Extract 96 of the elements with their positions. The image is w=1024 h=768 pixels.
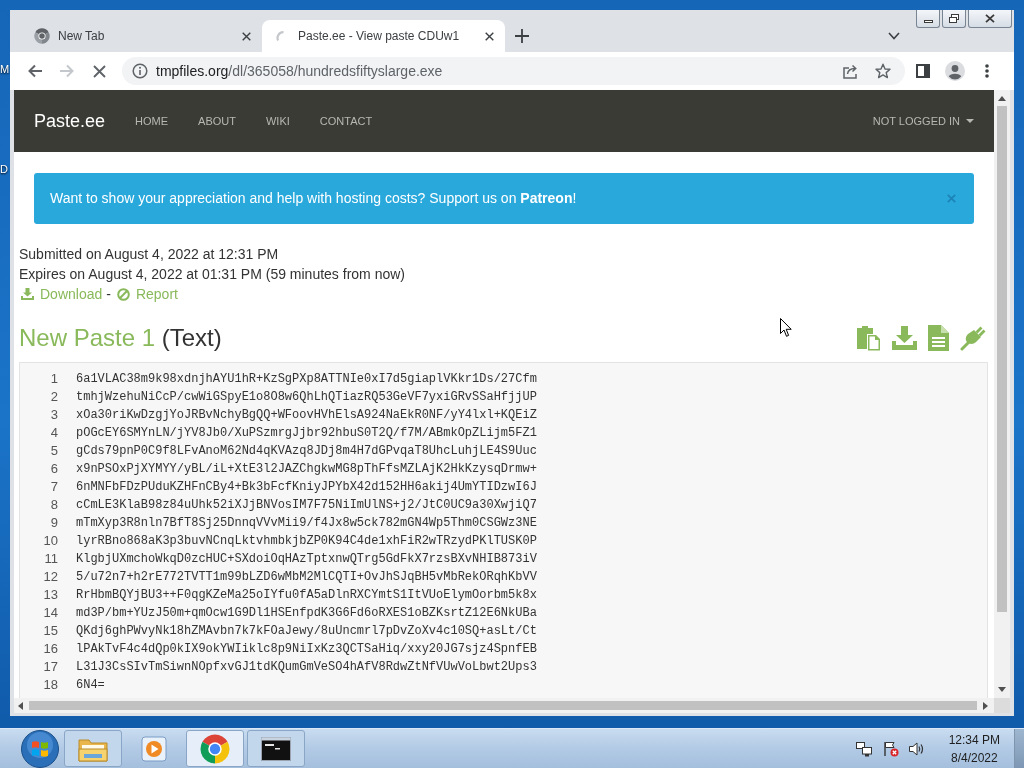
paste-format: (Text) [161, 324, 222, 351]
code-line: lPAkTvF4c4dQp0kIX9okYWIiklc8p9NiIxKz3QCTSaHiq/xxy20JG7sjz4SpnfEB [76, 641, 537, 658]
code-line: md3P/bm+YUzJ50m+qmOcw1G9Dl1HSEnfpdK3G6Fd6oRXES1oBZKsrtZ12E6NkUBa [76, 605, 537, 622]
clock-date[interactable]: 8/4/2022 [950, 748, 998, 767]
line-number: 12 [42, 568, 58, 586]
desktop-icon-label: M [0, 62, 10, 76]
scrollbar-thumb[interactable] [997, 106, 1007, 612]
desktop-icon-label: D [0, 162, 9, 176]
share-icon[interactable] [843, 63, 859, 79]
code-line: pOGcEY6SMYnLN/jYV8Jb0/XuPSzmrgJjbr92hbuS0T2Q/f7M/ABmkOpZLijm5FZ1 [76, 425, 537, 442]
paste-title: New Paste 1 [19, 324, 156, 351]
banner-message: Want to show your appreciation and help with hosting costs? Support us on Patreon! [50, 189, 577, 208]
chevron-down-icon[interactable] [888, 32, 900, 40]
line-number: 9 [49, 514, 58, 532]
flag-icon[interactable] [882, 740, 899, 757]
line-number: 8 [49, 496, 58, 514]
ban-icon [116, 287, 130, 301]
media-player-icon [141, 735, 167, 762]
line-number: 5 [49, 442, 58, 460]
code-line: gCds79pnP0C9f8LFvAnoM62Nd4qKVAzq8JDj8m4H7dGPvqaT8UhcLuhjLE4S9Uuc [76, 443, 537, 460]
restore-icon [949, 14, 959, 23]
mouse-pointer-icon [780, 318, 792, 337]
code-line: x9nPSOxPjXYMYY/yBL/iL+XtE3l2JAZChgkwMG8pThFfsMZLAjK2HkKzysqDrmw+ [76, 461, 537, 478]
line-number: 7 [49, 478, 58, 496]
link-separator: - [106, 285, 111, 304]
code-line: RrHbmBQYjBU3++F0qgKZeMa25oIYfu0fA5aDlnRXCYmtS1ItVUoElymOorbm5k8x [76, 587, 537, 604]
menu-icon[interactable] [985, 64, 989, 78]
clock-time[interactable]: 12:34 PM [948, 730, 1000, 749]
nav-link[interactable]: CONTACT [319, 112, 373, 130]
browser-tab[interactable]: New Tab [20, 20, 262, 52]
paste-date-text: Expires on August 4, 2022 at 01:31 PM (59 minutes from now) [19, 265, 405, 284]
volume-icon[interactable] [908, 741, 925, 756]
account-menu[interactable]: NOT LOGGED IN [872, 112, 974, 130]
nav-link[interactable]: WIKI [265, 112, 290, 130]
code-line: 6N4= [76, 677, 105, 694]
line-number: 11 [43, 550, 58, 568]
scroll-up-icon [998, 96, 1006, 101]
code-line: 6a1VLAC38m9k98xdnjhAYU1hR+KzSgPXp8ATTNIe0xI7d5giaplVKkr1Ds/27Cfm [76, 371, 537, 388]
line-number: 13 [42, 586, 58, 604]
line-number: 2 [49, 388, 58, 406]
scrollbar-thumb[interactable] [29, 701, 977, 710]
code-line: xOa30riKwDzgjYoJRBvNchyBgQQ+WFoovHVhElsA924NaEkR0NF/yY4lxl+KQEiZ [76, 407, 537, 424]
paste-date-text: Submitted on August 4, 2022 at 12:31 PM [19, 245, 279, 264]
line-number: 3 [49, 406, 58, 424]
code-line: tmhjWzehuNiCcP/cwWiGSpyE1o8O8w6QhLhQTiazRQ53GeVF7yxiGRvSSaHfjjUP [76, 389, 537, 406]
scrollbar-corner [994, 698, 1010, 713]
network-icon[interactable] [855, 740, 872, 757]
browser-tab[interactable]: Paste.ee - View paste CDUw1 [262, 20, 505, 52]
line-number: 4 [49, 424, 58, 442]
nav-link[interactable]: ABOUT [198, 112, 236, 130]
address-bar[interactable]: tmpfiles.org/dl/365058/hundredsfiftyslarge.exe [122, 57, 905, 85]
side-panel-icon[interactable] [916, 64, 930, 78]
minimize-button[interactable] [916, 10, 940, 28]
scroll-down-icon [998, 687, 1006, 692]
avatar-icon[interactable] [945, 61, 965, 81]
code-line: L31J3CsSIvTmSiwnNOpfxvGJ1tdKQumGmVeSO4hAfV8RdwZtNfVUwVoLbwt2Ups3 [76, 659, 537, 676]
terminal-icon [261, 736, 291, 761]
line-number: 17 [42, 658, 58, 676]
scroll-left-icon [18, 701, 23, 710]
taskbar-button[interactable] [247, 730, 305, 767]
code-line: lyrRBno868aK3p3buvNCnqLktvhmbkjbZP0K94C4de1xhFiR2wTRzydPKlTUSK0P [76, 533, 537, 550]
site-brand[interactable]: Paste.ee [34, 107, 106, 135]
vertical-scrollbar[interactable] [994, 90, 1010, 698]
code-line: KlgbjUXmchoWkqD0zcHUC+SXdoiOqHAzTptxnwQTrg5GdFkX7rzsBXvNHIB873iV [76, 551, 537, 568]
line-number: 1 [49, 370, 58, 388]
close-icon[interactable] [242, 31, 251, 41]
horizontal-scrollbar[interactable] [14, 698, 994, 713]
start-button[interactable] [21, 729, 59, 768]
line-number: 14 [42, 604, 58, 622]
close-icon [985, 14, 995, 23]
line-number: 15 [42, 622, 58, 640]
browser-logo-icon [200, 733, 230, 764]
line-number: 16 [42, 640, 58, 658]
download-icon [21, 288, 34, 300]
cross-icon[interactable] [92, 64, 106, 78]
code-line: mTmXyp3R8nln7BfT8Sj25DnnqVVvMii9/f4Jx8w5ck782mGN4Wp5Thm0CSGWz3NE [76, 515, 537, 532]
code-line: cCmLE3KlaB98z84uUhk52iXJjBNVosIM7F75NiImUlNS+j2/JtC0UC9a30XwjiQ7 [76, 497, 537, 514]
code-line: 5/u72n7+h2rE772TVTT1m99bLZD6wMbM2MlCQTI+OvJhSJqBH5vMbRekORqhKbVV [76, 569, 537, 586]
line-number: 18 [42, 676, 58, 694]
restore-button[interactable] [942, 10, 966, 28]
line-number: 10 [42, 532, 58, 550]
star-icon[interactable] [875, 63, 891, 79]
close-icon[interactable] [485, 31, 494, 41]
url-text: tmpfiles.org/dl/365058/hundredsfiftyslarge.exe [156, 61, 443, 81]
clipboard-icon[interactable] [856, 325, 881, 351]
close-window-button[interactable] [968, 10, 1012, 28]
info-icon [132, 63, 148, 79]
minimize-icon [923, 20, 933, 23]
scroll-right-icon [983, 701, 988, 710]
caret-icon [966, 119, 974, 123]
plus-icon[interactable] [515, 29, 529, 43]
nav-link[interactable]: HOME [135, 112, 169, 130]
line-number: 6 [49, 460, 58, 478]
back-arrow-icon[interactable] [27, 63, 43, 79]
code-line: QKdj6ghPWvyNk18hZMAvbn7k7kFOaJewy/8uUncmrl7pDvZoXv4c10SQ+asLt/Ct [76, 623, 537, 640]
code-line: 6nMNFbFDzPUduKZHFnCBy4+Bk3bFcfKniyJPYbX42d152HH6akij4UmYTIDzwI6J [76, 479, 537, 496]
